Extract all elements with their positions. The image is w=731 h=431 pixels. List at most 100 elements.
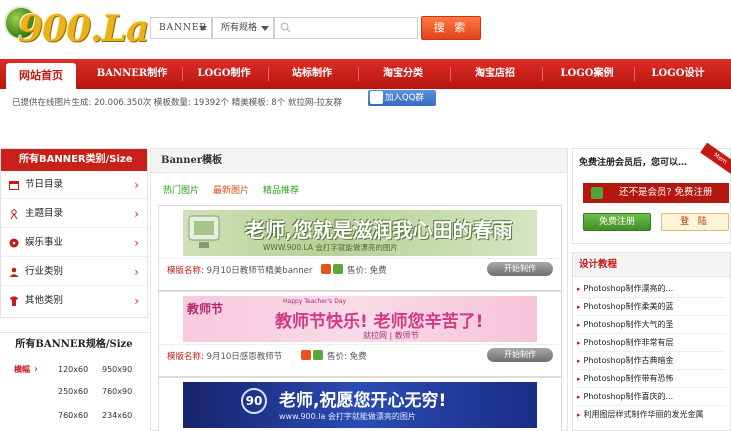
start-making-button[interactable]: 开始制作	[487, 348, 553, 362]
category-label: 节日目录	[25, 179, 64, 190]
chevron-right-icon: ›	[134, 294, 139, 308]
tutorial-link[interactable]: Photoshop制作漂亮的...	[577, 283, 729, 294]
size-row-label: 横幅	[14, 365, 30, 374]
size-option[interactable]: 760x90	[102, 381, 132, 403]
tutorial-link[interactable]: Photoshop制作古典暗金	[577, 355, 729, 366]
chevron-right-icon: ›	[134, 207, 139, 221]
size-panel-title: 所有BANNER规格/Size	[15, 339, 133, 350]
site-stats: 已提供在线图片生成: 20.006.350次 模板数量: 19392个 精美模板…	[12, 98, 342, 108]
nav-item-home[interactable]: 网站首页	[6, 63, 76, 89]
nav-item-logo-design[interactable]: LOGO设计	[634, 59, 722, 89]
divider	[579, 297, 725, 298]
size-option[interactable]: 950x90	[102, 359, 132, 381]
nav-item-taobao-shop[interactable]: 淘宝店招	[450, 59, 540, 89]
tutorial-link[interactable]: Photoshop制作大气的圣	[577, 319, 729, 330]
size-option[interactable]: 760x60	[58, 405, 88, 427]
category-label: 主题目录	[25, 208, 64, 219]
template-meta: 模版名称: 9月10日教师节精美banner	[167, 264, 312, 276]
size-option[interactable]: 250x60	[58, 381, 88, 403]
banner-preview[interactable]: 老师,您就是滋润我心田的春雨 WWW.900.LA 会打字就能做漂亮的图片	[183, 210, 537, 256]
tutorial-link[interactable]: Photoshop制作喜庆的...	[577, 391, 729, 402]
hot-icon	[321, 264, 331, 274]
divider	[579, 351, 725, 352]
hot-icon	[301, 350, 311, 360]
site-logo[interactable]: 900.La	[0, 0, 150, 56]
size-row: 760x60 234x60	[0, 405, 148, 427]
search-input[interactable]	[274, 17, 418, 39]
login-button[interactable]: 登 陆	[661, 213, 729, 231]
tutorials-title: 设计教程	[573, 253, 730, 277]
category-item-industry[interactable]: 行业类别 ›	[1, 258, 147, 286]
banner-side-title: 教师节	[187, 302, 224, 316]
qq-icon	[370, 91, 383, 104]
recommend-icon	[313, 350, 323, 360]
nav-item-taobao-category[interactable]: 淘宝分类	[358, 59, 448, 89]
logo-text: 900.La	[18, 8, 149, 50]
tutorial-link[interactable]: 利用图层样式制作华丽的发光金属	[577, 409, 729, 420]
tab-hot[interactable]: 热门图片	[163, 183, 199, 196]
divider	[579, 333, 725, 334]
user-add-icon	[591, 187, 603, 199]
category-item-entertainment[interactable]: 娱乐事业 ›	[1, 229, 147, 257]
template-name[interactable]: 9月10日感恩教师节	[207, 352, 283, 362]
tab-featured[interactable]: 精品推荐	[263, 183, 299, 196]
tutorial-link[interactable]: Photoshop制作带有恐怖	[577, 373, 729, 384]
banner-preview[interactable]: 教师节 Happy Teacher's Day 教师节快乐! 老师您辛苦了! 就…	[183, 296, 537, 342]
search-icon	[280, 22, 291, 33]
card-divider	[159, 344, 561, 345]
chevron-down-icon	[261, 26, 269, 31]
join-qq-label: 加入QQ群	[385, 93, 424, 103]
chevron-down-icon	[199, 26, 207, 31]
size-option[interactable]: 234x60	[102, 405, 132, 427]
template-card: 90 老师,祝愿您开心无穷! www.900.la 会打字就能做漂亮的图片	[158, 377, 562, 431]
nav-item-logo[interactable]: LOGO制作	[182, 59, 266, 89]
recommend-icon	[333, 264, 343, 274]
search-button[interactable]: 搜 索	[421, 16, 481, 40]
banner-subtitle: 就拉网 | 教师节	[363, 331, 419, 340]
banner-type-select[interactable]: BANNER	[150, 17, 212, 39]
banner-tag: Happy Teacher's Day	[283, 298, 347, 305]
join-qq-group-button[interactable]: 加入QQ群	[368, 90, 436, 106]
price: 售价: 免费	[327, 350, 367, 362]
price-label: 售价:	[347, 266, 367, 276]
size-row: 横幅 › 120x60 950x90	[0, 359, 148, 381]
size-select[interactable]: 所有规格	[212, 17, 274, 39]
price-value: 免费	[369, 266, 387, 276]
price-label: 售价:	[327, 352, 347, 362]
main-nav: 网站首页 BANNER制作 LOGO制作 站标制作 淘宝分类 淘宝店招 LOGO…	[0, 59, 731, 89]
category-panel: 所有BANNER类别/Size 节日目录 › 主题目录 › 娱乐事业 › 行业类…	[0, 148, 148, 318]
calendar-icon	[9, 181, 19, 190]
tutorials-panel: 设计教程 Photoshop制作漂亮的... Photoshop制作柔美的蓝 P…	[572, 252, 731, 431]
banner-badge: 90	[241, 388, 267, 414]
size-option[interactable]: 120x60	[58, 359, 88, 381]
template-name[interactable]: 9月10日教师节精美banner	[207, 266, 313, 276]
shirt-icon	[10, 296, 18, 306]
nav-item-logo-cases[interactable]: LOGO案例	[542, 59, 632, 89]
price: 售价: 免费	[347, 264, 387, 276]
template-card: 老师,您就是滋润我心田的春雨 WWW.900.LA 会打字就能做漂亮的图片 模版…	[158, 205, 562, 291]
tutorial-link[interactable]: Photoshop制作柔美的蓝	[577, 301, 729, 312]
template-name-label: 模版名称:	[167, 352, 204, 362]
monitor-icon	[188, 215, 220, 248]
template-meta: 模版名称: 9月10日感恩教师节	[167, 350, 282, 362]
chevron-right-icon: ›	[134, 236, 139, 250]
user-icon	[9, 267, 19, 277]
template-card: 教师节 Happy Teacher's Day 教师节快乐! 老师您辛苦了! 就…	[158, 291, 562, 377]
free-register-button[interactable]: 免费注册	[583, 213, 651, 231]
nav-item-banner[interactable]: BANNER制作	[88, 59, 176, 89]
category-item-holiday[interactable]: 节日目录 ›	[1, 171, 147, 199]
nav-item-favicon[interactable]: 站标制作	[268, 59, 356, 89]
category-item-theme[interactable]: 主题目录 ›	[1, 200, 147, 228]
start-making-button[interactable]: 开始制作	[487, 262, 553, 276]
banner-preview[interactable]: 90 老师,祝愿您开心无穷! www.900.la 会打字就能做漂亮的图片	[183, 382, 537, 428]
category-label: 娱乐事业	[25, 237, 64, 248]
register-now-button[interactable]: 还不是会员? 免费注册	[583, 183, 729, 203]
divider	[579, 387, 725, 388]
tab-newest[interactable]: 最新图片	[213, 183, 249, 196]
category-label: 行业类别	[25, 266, 64, 277]
category-item-other[interactable]: 其他类别 ›	[1, 287, 147, 315]
banner-headline: 教师节快乐! 老师您辛苦了!	[275, 312, 484, 332]
tutorial-link[interactable]: Photoshop制作非常有层	[577, 337, 729, 348]
banner-templates-panel: Banner模板 热门图片 最新图片 精品推荐 老师,您就是滋润我心田的春雨 W…	[150, 148, 568, 431]
register-now-label: 还不是会员? 免费注册	[619, 187, 713, 198]
